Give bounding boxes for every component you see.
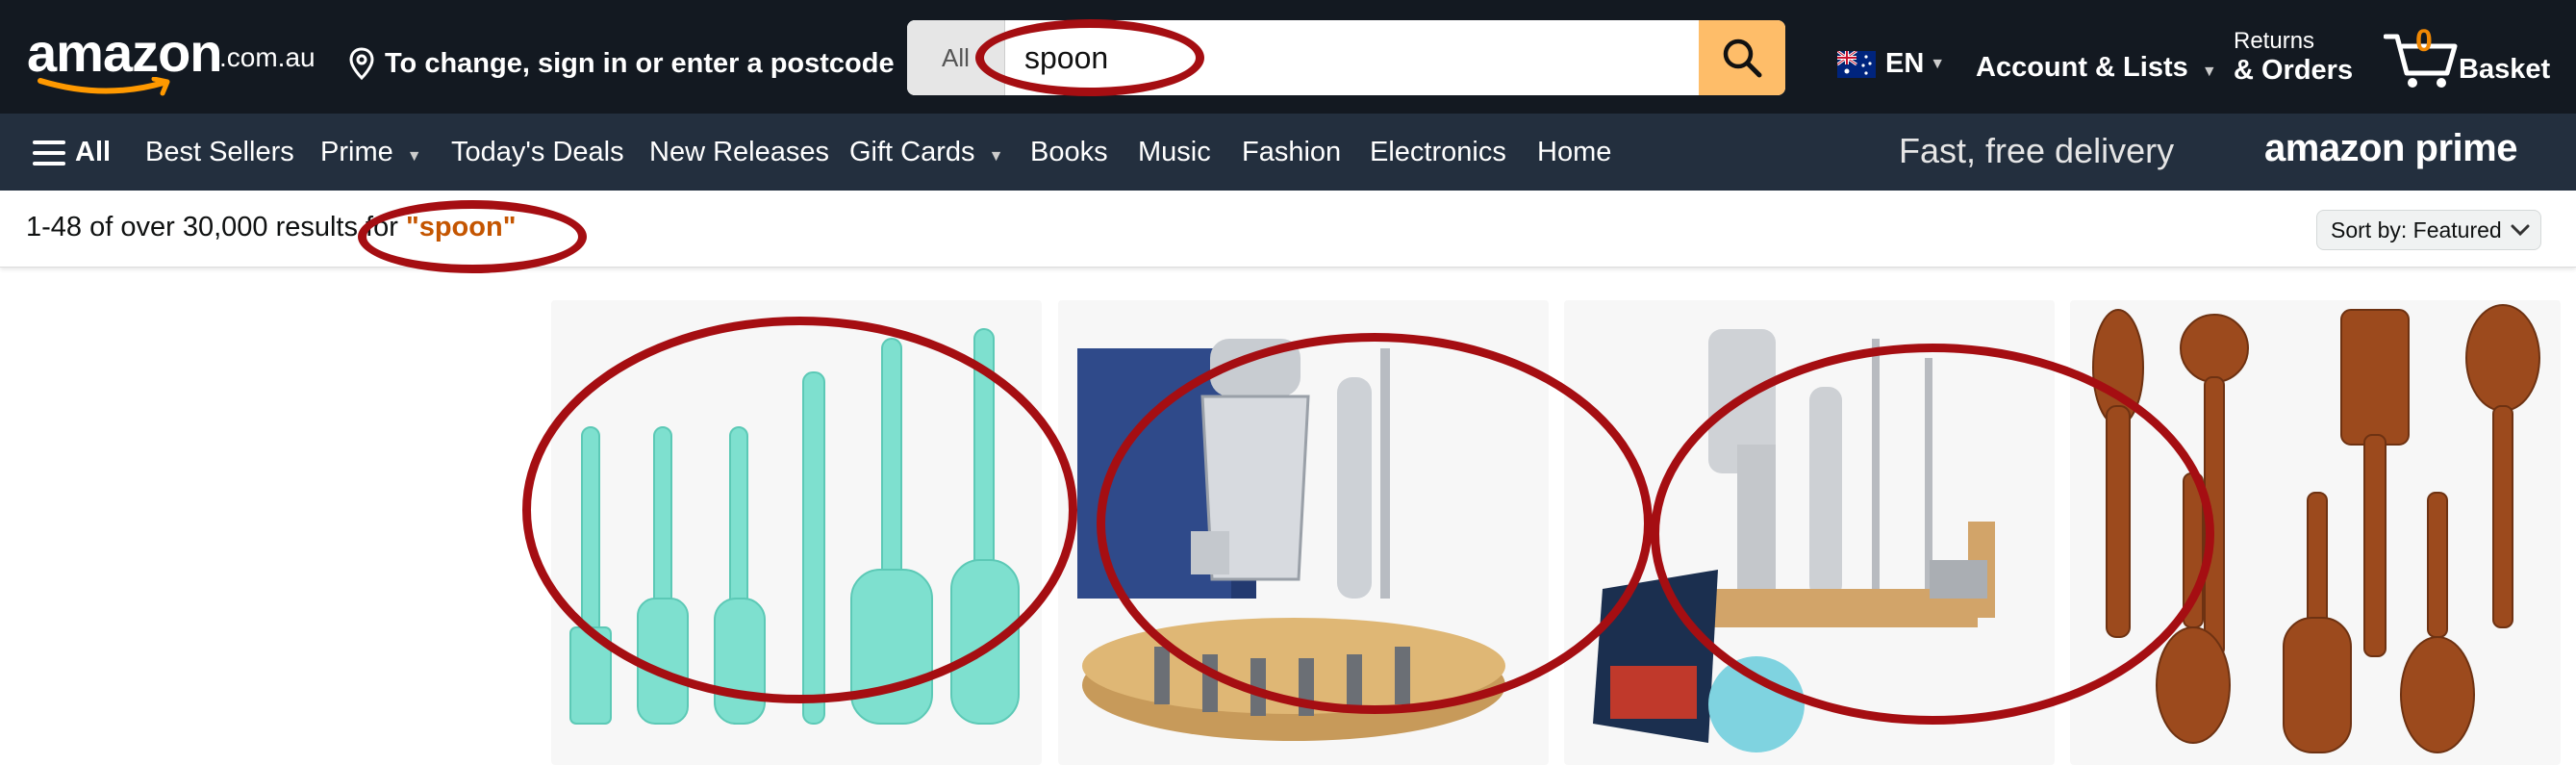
category-navigation-bar: All Best Sellers Prime ▼ Today's Deals N…	[0, 114, 2576, 191]
cocktail-shaker-bar-set-icon	[1077, 339, 1505, 741]
delivery-location[interactable]: To change, sign in or enter a postcode	[346, 44, 895, 83]
results-summary: 1-48 of over 30,000 results for "spoon"	[26, 212, 516, 243]
australia-flag-icon	[1836, 49, 1876, 78]
amazon-logo[interactable]: amazon .com.au	[27, 17, 316, 96]
hamburger-menu-icon	[33, 140, 65, 166]
product-card[interactable]	[1058, 300, 1549, 765]
wooden-spoon-utensil-set-icon	[2092, 304, 2540, 753]
nav-prime[interactable]: Prime ▼	[320, 137, 422, 168]
logo-smile-icon	[38, 77, 170, 96]
chevron-down-icon: ▼	[1930, 55, 1946, 72]
nav-books[interactable]: Books	[1030, 137, 1108, 168]
nav-best-sellers[interactable]: Best Sellers	[145, 137, 294, 168]
promo-text[interactable]: Fast, free delivery	[1899, 131, 2174, 171]
search-bar: All	[907, 20, 1785, 95]
nav-electronics[interactable]: Electronics	[1370, 137, 1506, 168]
sort-value: Featured	[2412, 217, 2502, 242]
nav-music[interactable]: Music	[1138, 137, 1211, 168]
account-and-lists-menu[interactable]: Account & Lists ▼	[1976, 52, 2217, 84]
bar-tool-kit-with-recipe-book-icon	[1593, 329, 1995, 752]
results-count-text: 1-48 of over 30,000 results for	[26, 212, 406, 242]
prime-logo[interactable]: amazon prime	[2264, 127, 2517, 170]
search-category-dropdown[interactable]: All	[907, 20, 1005, 95]
results-info-bar: 1-48 of over 30,000 results for "spoon" …	[0, 191, 2576, 268]
search-input[interactable]	[1005, 20, 1699, 95]
nav-gift-cards[interactable]: Gift Cards ▼	[849, 137, 1003, 168]
account-label: Account & Lists	[1976, 52, 2188, 83]
product-card[interactable]	[1564, 300, 2055, 765]
logo-wordmark: amazon	[27, 22, 222, 83]
nav-new-releases[interactable]: New Releases	[649, 137, 829, 168]
basket-count: 0	[2415, 23, 2433, 58]
location-pin-icon	[349, 47, 374, 81]
language-label: EN	[1885, 48, 1925, 79]
nav-fashion[interactable]: Fashion	[1242, 137, 1341, 168]
search-query-text: "spoon"	[405, 212, 517, 242]
orders-label: & Orders	[2234, 55, 2354, 86]
search-button[interactable]	[1699, 20, 1785, 95]
sort-label: Sort by:	[2331, 217, 2408, 242]
delivery-location-label: To change, sign in or enter a postcode	[385, 47, 895, 79]
top-navigation-bar: amazon .com.au To change, sign in or ent…	[0, 0, 2576, 114]
chevron-down-icon: ▼	[2201, 64, 2217, 80]
logo-domain: .com.au	[219, 42, 316, 72]
search-category-label: All	[942, 42, 970, 72]
product-card[interactable]	[2070, 300, 2561, 765]
basket-label: Basket	[2459, 54, 2551, 85]
returns-label: Returns	[2234, 28, 2315, 54]
product-card[interactable]	[551, 300, 1042, 765]
chevron-down-icon: ▼	[988, 148, 1004, 165]
returns-and-orders-link[interactable]: Returns & Orders	[2234, 27, 2353, 85]
search-icon	[1723, 38, 1762, 78]
nav-prime-label: Prime	[320, 137, 393, 167]
sort-dropdown[interactable]: Sort by: Featured	[2316, 210, 2541, 250]
all-departments-menu[interactable]: All	[33, 137, 111, 168]
language-selector[interactable]: EN ▼	[1836, 48, 1946, 80]
nav-gift-cards-label: Gift Cards	[849, 137, 975, 167]
nav-home[interactable]: Home	[1537, 137, 1611, 168]
basket-link[interactable]: 0 Basket	[2384, 23, 2566, 90]
teal-silicone-spatula-set-icon	[569, 328, 1020, 725]
nav-todays-deals[interactable]: Today's Deals	[451, 137, 624, 168]
chevron-down-icon	[2511, 224, 2530, 237]
chevron-down-icon: ▼	[406, 148, 422, 165]
all-label: All	[75, 137, 112, 167]
